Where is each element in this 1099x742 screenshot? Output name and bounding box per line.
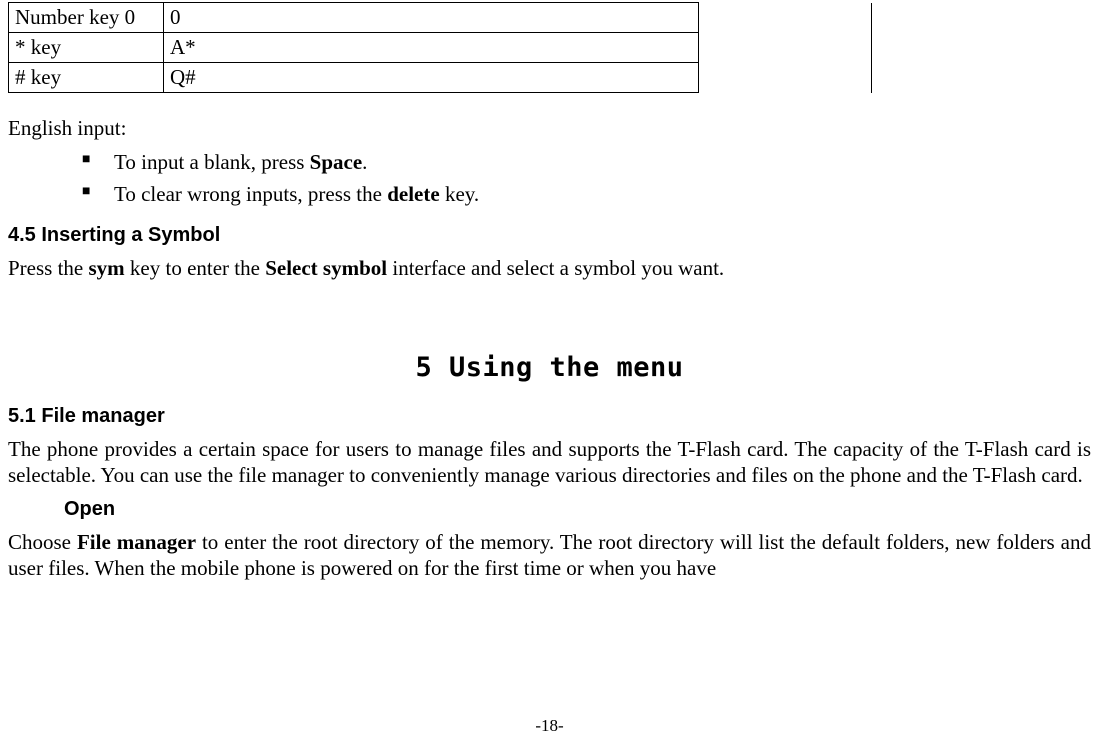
document-page: Number key 0 0 * key A* # key Q# English… (0, 0, 1099, 742)
body-text: key to enter the (125, 256, 266, 280)
bold-term: delete (387, 182, 439, 206)
open-heading: Open (64, 498, 1091, 521)
body-text: Choose (8, 530, 77, 554)
table-cell-value: A* (164, 33, 699, 63)
list-item: To input a blank, press Space. (8, 147, 1091, 179)
list-text: To clear wrong inputs, press the (114, 182, 387, 206)
section-5-1-heading: 5.1 File manager (8, 405, 1091, 428)
table-cell-key: Number key 0 (9, 3, 164, 33)
list-text: key. (440, 182, 479, 206)
bold-term: sym (89, 256, 125, 280)
list-item: To clear wrong inputs, press the delete … (8, 179, 1091, 211)
page-number: -18- (0, 716, 1099, 736)
body-text: Press the (8, 256, 89, 280)
open-body: Choose File manager to enter the root di… (8, 529, 1091, 582)
bold-term: Select symbol (265, 256, 387, 280)
table-cell-key: # key (9, 63, 164, 93)
english-input-list: To input a blank, press Space. To clear … (8, 147, 1091, 210)
section-4-5-body: Press the sym key to enter the Select sy… (8, 255, 1091, 281)
chapter-5-heading: 5 Using the menu (8, 352, 1091, 383)
bold-term: File manager (77, 530, 196, 554)
list-text: To input a blank, press (114, 150, 310, 174)
table-cell-key: * key (9, 33, 164, 63)
bold-term: Space (310, 150, 363, 174)
table-cell-empty (699, 3, 872, 93)
key-mapping-table: Number key 0 0 * key A* # key Q# (8, 2, 872, 93)
list-text: . (362, 150, 367, 174)
table-row: Number key 0 0 (9, 3, 872, 33)
section-5-1-body: The phone provides a certain space for u… (8, 436, 1091, 489)
table-cell-value: 0 (164, 3, 699, 33)
body-text: interface and select a symbol you want. (387, 256, 724, 280)
english-input-label: English input: (8, 115, 1091, 141)
section-4-5-heading: 4.5 Inserting a Symbol (8, 224, 1091, 247)
table-cell-value: Q# (164, 63, 699, 93)
